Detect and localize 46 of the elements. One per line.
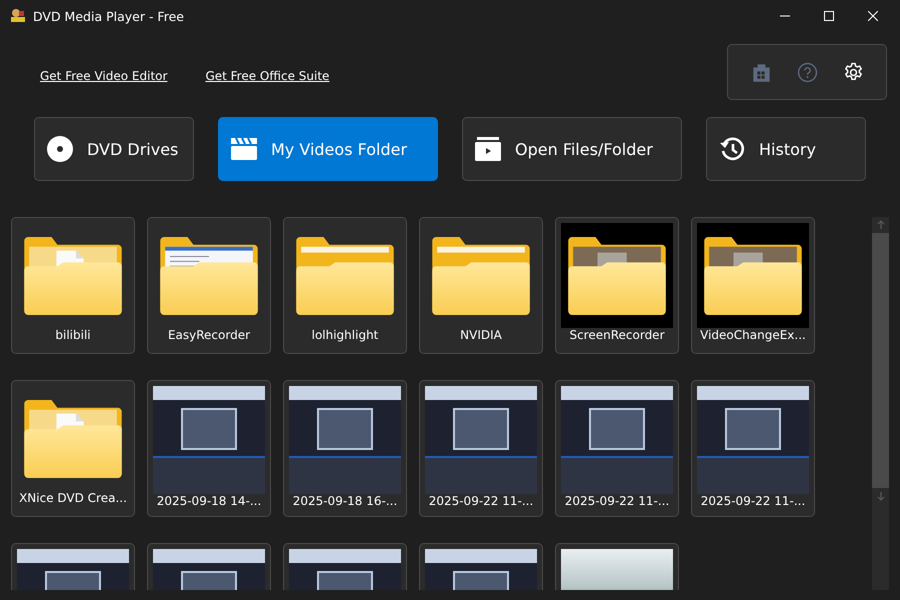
folder-icon (296, 236, 394, 314)
media-tile[interactable]: 2025-09-18 16-... (283, 380, 407, 517)
file-name: EasyRecorder (168, 328, 250, 342)
history-icon (719, 136, 745, 162)
media-tile[interactable]: NVIDIA (419, 217, 543, 354)
folder-icon (160, 236, 258, 314)
settings-icon[interactable] (842, 62, 864, 82)
nav-button[interactable]: History (706, 117, 866, 181)
folder-icon (24, 400, 122, 478)
media-tile[interactable]: XNice DVD Crea... (11, 380, 135, 517)
folder-icon (432, 236, 530, 314)
file-name: 2025-09-22 11-... (428, 494, 534, 508)
folder-play-icon (475, 136, 501, 162)
media-tile[interactable]: 2025-09-22 11-... (419, 380, 543, 517)
clapperboard-icon (231, 136, 257, 162)
media-tile[interactable]: 2025-09-22 11-... (555, 380, 679, 517)
file-name: 2025-09-22 11-... (700, 494, 806, 508)
file-name: 2025-09-22 11-... (564, 494, 670, 508)
file-name: bilibili (55, 328, 91, 342)
maximize-icon[interactable] (824, 11, 834, 21)
nav-button[interactable]: Open Files/Folder (462, 117, 682, 181)
disc-icon (47, 136, 73, 162)
nav-button[interactable]: DVD Drives (34, 117, 194, 181)
file-name: 2025-09-18 16-... (292, 494, 398, 508)
file-name: ScreenRecorder (569, 328, 665, 342)
file-name: XNice DVD Crea... (19, 491, 127, 505)
media-tile[interactable]: VideoChangeEx... (691, 217, 815, 354)
media-tile[interactable]: 2025-09-22 11-... (691, 380, 815, 517)
folder-icon (568, 236, 666, 314)
window-title: DVD Media Player - Free (33, 8, 184, 24)
file-name: 2025-09-18 14-... (156, 494, 262, 508)
media-tile[interactable]: bilibili (11, 217, 135, 354)
folder-icon (704, 236, 802, 314)
app-logo-icon (10, 8, 26, 24)
media-tile[interactable]: lolhighlight (283, 217, 407, 354)
promo-link[interactable]: Get Free Video Editor (40, 69, 168, 83)
media-tile[interactable]: 2025-09-18 14-... (147, 380, 271, 517)
folder-icon (24, 236, 122, 314)
close-icon[interactable] (868, 11, 878, 21)
file-name: VideoChangeEx... (700, 328, 806, 342)
file-name: NVIDIA (460, 328, 502, 342)
nav-button[interactable]: My Videos Folder (218, 117, 438, 181)
media-tile[interactable]: ScreenRecorder (555, 217, 679, 354)
file-name: lolhighlight (312, 328, 378, 342)
promo-link[interactable]: Get Free Office Suite (205, 69, 330, 83)
media-tile[interactable]: EasyRecorder (147, 217, 271, 354)
